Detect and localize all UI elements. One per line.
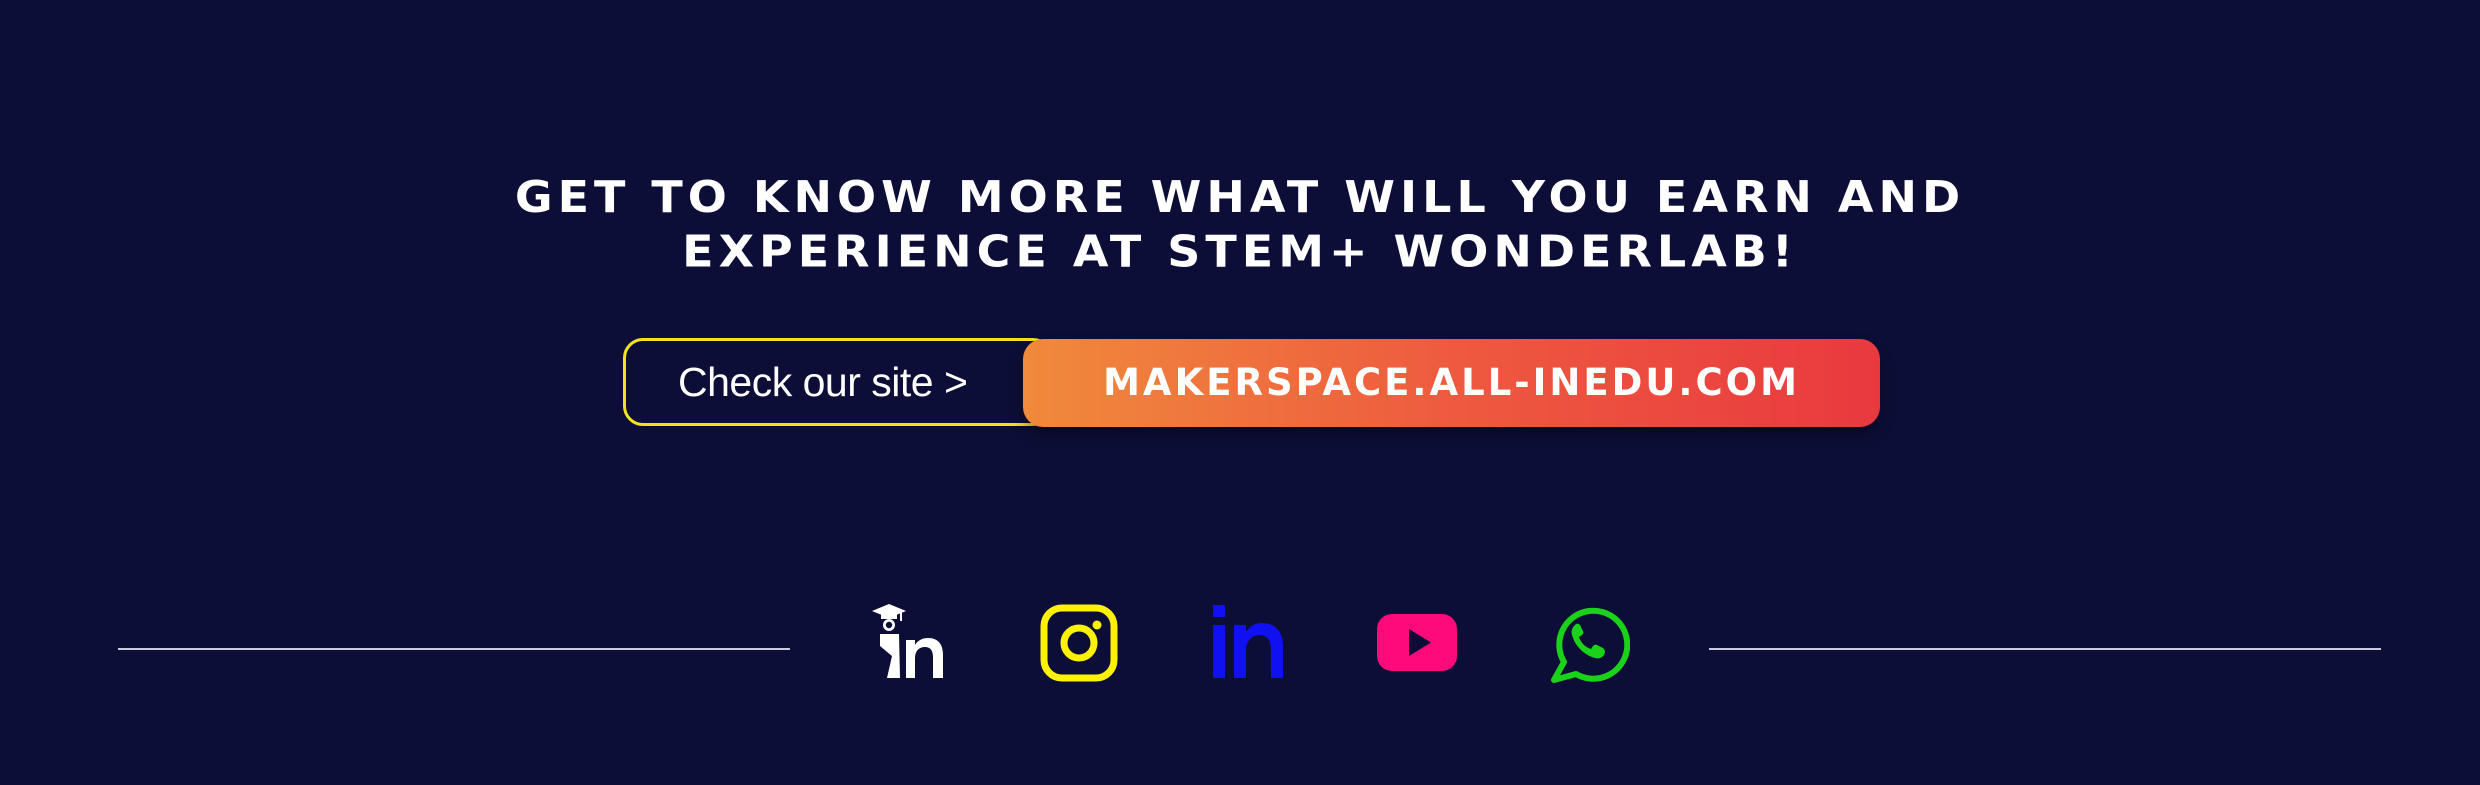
divider-right — [1709, 648, 2381, 650]
headline-line-1: GET TO KNOW MORE WHAT WILL YOU EARN AND — [514, 171, 1966, 223]
instagram-link[interactable] — [1037, 600, 1121, 684]
instagram-icon — [1040, 604, 1118, 682]
all-inedu-link[interactable] — [869, 600, 953, 684]
linkedin-link[interactable] — [1206, 600, 1290, 684]
linkedin-icon — [1213, 605, 1283, 678]
divider-left — [118, 648, 790, 650]
whatsapp-link[interactable] — [1546, 600, 1630, 684]
site-url-button[interactable]: MAKERSPACE.ALL-INEDU.COM — [1023, 339, 1880, 427]
all-inedu-logo-icon — [872, 604, 943, 678]
youtube-icon — [1377, 614, 1457, 671]
check-site-label: Check our site > — [678, 359, 968, 405]
whatsapp-icon — [1551, 607, 1630, 683]
youtube-link[interactable] — [1375, 600, 1459, 684]
headline-line-2: EXPERIENCE AT STEM+ WONDERLAB! — [682, 225, 1798, 277]
headline: GET TO KNOW MORE WHAT WILL YOU EARN AND … — [0, 169, 2480, 278]
